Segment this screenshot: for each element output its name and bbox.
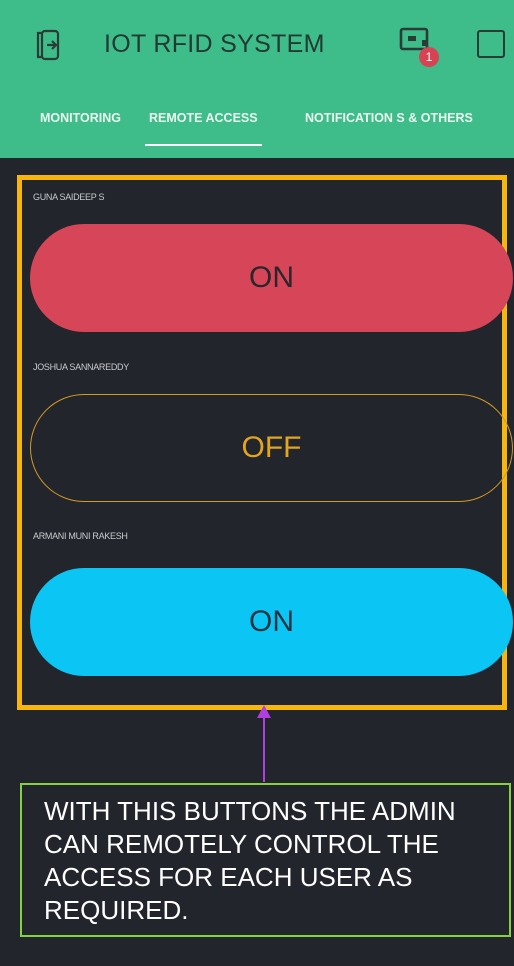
note-line: CAN REMOTELY CONTROL THE xyxy=(44,829,439,859)
access-switch-joshua[interactable]: OFF xyxy=(30,394,513,502)
menu-square-button[interactable] xyxy=(477,30,505,58)
tab-bar: MONITORING REMOTE ACCESS NOTIFICATION S … xyxy=(0,106,514,146)
note-line: REQUIRED. xyxy=(44,895,189,925)
user-label-armani: ARMANI MUNI RAKESH xyxy=(33,531,128,541)
tab-monitoring[interactable]: MONITORING xyxy=(40,106,121,144)
title-bar: IOT RFID SYSTEM 1 xyxy=(0,22,514,67)
user-label-joshua: JOSHUA SANNAREDDY xyxy=(33,362,129,372)
app-title: IOT RFID SYSTEM xyxy=(104,30,325,58)
notification-badge: 1 xyxy=(419,47,439,67)
up-arrow-icon xyxy=(257,705,271,782)
note-line: WITH THIS BUTTONS THE ADMIN xyxy=(44,796,456,826)
tab-notifications-others[interactable]: NOTIFICATION S & OTHERS xyxy=(305,106,473,144)
tab-remote-access[interactable]: REMOTE ACCESS xyxy=(145,106,262,146)
user-label-guna: GUNA SAIDEEP S xyxy=(33,192,105,202)
logout-icon xyxy=(36,29,60,61)
note-line: ACCESS FOR EACH USER AS xyxy=(44,862,413,892)
back-button[interactable] xyxy=(30,27,66,63)
access-switch-armani[interactable]: ON xyxy=(30,568,513,676)
annotation-note: WITH THIS BUTTONS THE ADMIN CAN REMOTELY… xyxy=(20,783,511,937)
app-header: IOT RFID SYSTEM 1 MONITORING REMOTE ACCE… xyxy=(0,0,514,158)
devices-button[interactable]: 1 xyxy=(398,26,442,67)
access-switch-guna[interactable]: ON xyxy=(30,224,513,332)
